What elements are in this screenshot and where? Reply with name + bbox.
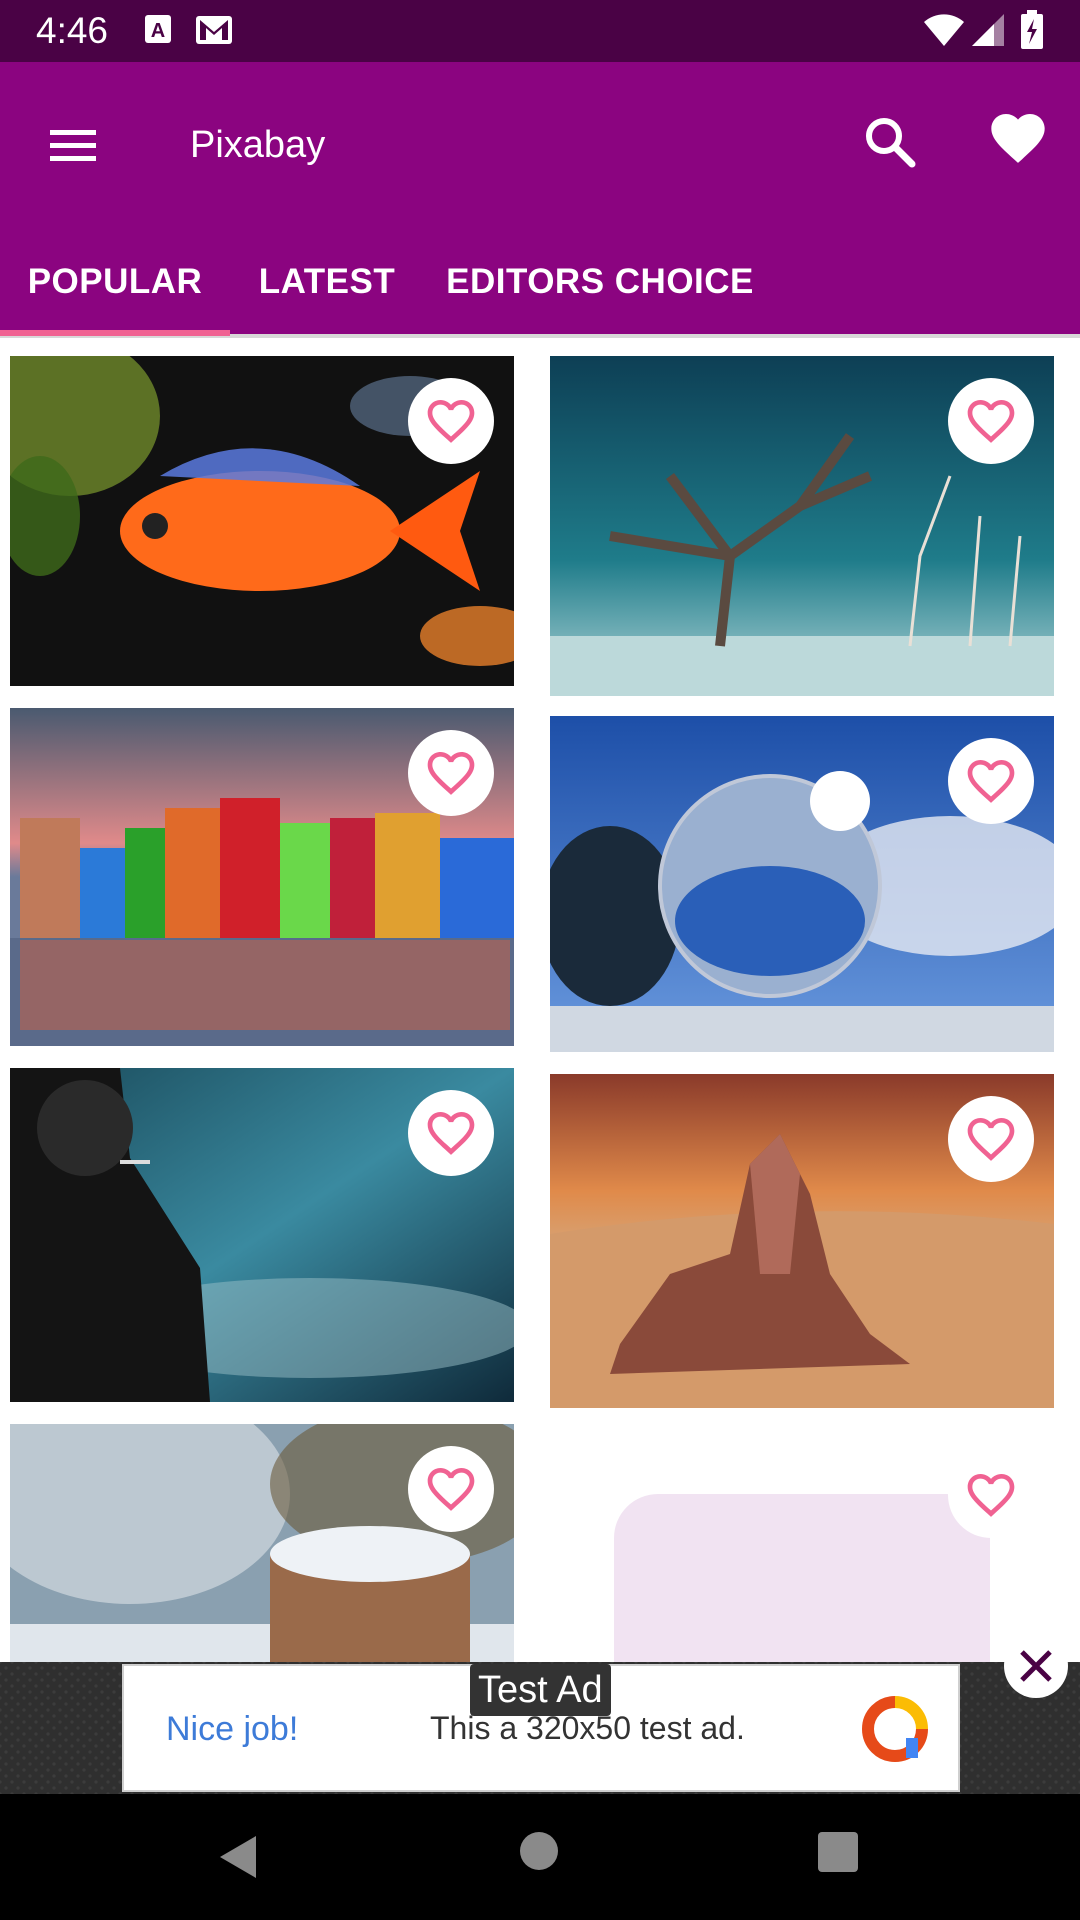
image-card-desert[interactable] <box>550 1074 1054 1408</box>
heart-outline-icon <box>427 400 475 443</box>
favorite-button[interactable] <box>948 1096 1034 1182</box>
favorite-button[interactable] <box>408 730 494 816</box>
ad-label: Test Ad <box>470 1664 611 1716</box>
gmail-icon <box>194 14 234 51</box>
wifi-icon <box>922 12 966 53</box>
heart-outline-icon <box>427 1468 475 1511</box>
heart-outline-icon <box>967 1118 1015 1161</box>
back-icon[interactable] <box>218 1834 258 1885</box>
close-icon[interactable] <box>1004 1634 1068 1698</box>
favorite-button[interactable] <box>948 1452 1034 1538</box>
image-card-tree[interactable] <box>550 356 1054 696</box>
tab-indicator <box>0 330 230 336</box>
recents-icon[interactable] <box>818 1832 858 1872</box>
heart-outline-icon <box>427 752 475 795</box>
ad-headline[interactable]: Nice job! <box>166 1710 298 1749</box>
heart-outline-icon <box>967 400 1015 443</box>
image-card-stump[interactable] <box>10 1424 514 1662</box>
heart-outline-icon <box>967 1474 1015 1517</box>
tab-bar: POPULAR LATEST EDITORS CHOICE <box>0 232 1080 332</box>
svg-text:A: A <box>151 20 165 42</box>
image-card-houses[interactable] <box>10 708 514 1046</box>
tab-popular[interactable]: POPULAR <box>0 232 230 332</box>
ad-text[interactable]: This a 320x50 test ad. <box>430 1710 745 1747</box>
tab-latest[interactable]: LATEST <box>238 232 416 332</box>
ad-logo-icon[interactable] <box>860 1694 930 1764</box>
favorite-button[interactable] <box>948 738 1034 824</box>
heart-filled-icon[interactable] <box>986 106 1050 170</box>
app-title: Pixabay <box>190 124 326 166</box>
image-card-man-rain[interactable] <box>10 1068 514 1402</box>
home-icon[interactable] <box>520 1832 558 1870</box>
image-card-placeholder[interactable] <box>550 1430 1054 1662</box>
battery-icon <box>1020 10 1044 55</box>
signal-icon <box>970 12 1006 53</box>
heart-outline-icon <box>967 760 1015 803</box>
favorite-button[interactable] <box>408 378 494 464</box>
image-card-fish[interactable] <box>10 356 514 686</box>
tab-editors-choice[interactable]: EDITORS CHOICE <box>430 232 770 332</box>
status-time: 4:46 <box>36 10 109 51</box>
app-root: 4:46 A Pixabay POPULAR LATEST EDITORS CH… <box>0 0 1080 1920</box>
menu-icon[interactable] <box>46 118 100 172</box>
status-bar: 4:46 A <box>0 0 1080 62</box>
favorite-button[interactable] <box>408 1446 494 1532</box>
keyboard-a-icon: A <box>144 14 172 49</box>
search-icon[interactable] <box>858 110 922 174</box>
image-placeholder <box>614 1494 990 1662</box>
navigation-bar <box>0 1794 1080 1920</box>
image-card-crystal-ball[interactable] <box>550 716 1054 1052</box>
app-bar: Pixabay POPULAR LATEST EDITORS CHOICE <box>0 62 1080 334</box>
favorite-button[interactable] <box>408 1090 494 1176</box>
favorite-button[interactable] <box>948 378 1034 464</box>
heart-outline-icon <box>427 1112 475 1155</box>
